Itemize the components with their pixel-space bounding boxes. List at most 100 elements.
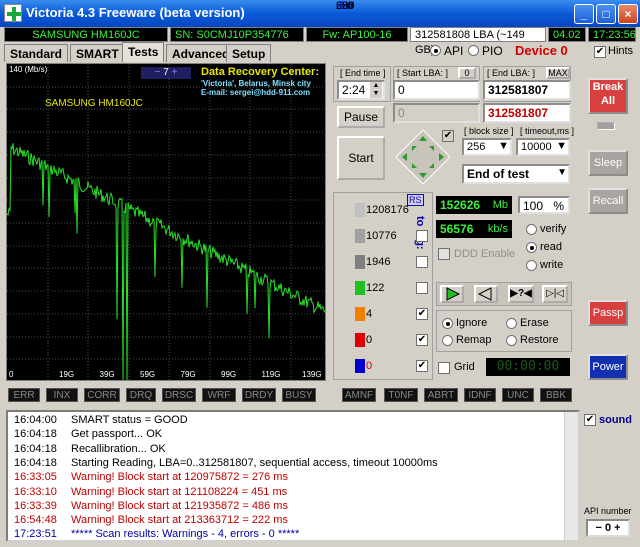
stat-count: 4 (366, 308, 373, 320)
stat-count: 1946 (366, 256, 391, 268)
close-button[interactable]: × (618, 4, 638, 24)
start-lba-zero-button[interactable]: 0 (458, 67, 476, 79)
speed-mb-display: 152626 Mb (436, 196, 512, 214)
drive-serial: SN: S0CMJ10P354776 (170, 27, 304, 42)
log-time: 16:04:18 (14, 442, 57, 455)
end-lba-max-button[interactable]: MAX (546, 67, 570, 79)
write-radio[interactable] (526, 260, 537, 271)
tab-standard[interactable]: Standard (4, 44, 69, 62)
rs-button[interactable]: RS (407, 194, 424, 206)
speed-graph: 140 (Mb/s) 0 − 7 + SAMSUNG HM160JC Data … (6, 63, 326, 381)
page-next-icon[interactable]: + (172, 67, 178, 78)
stat-log-checkbox[interactable]: ✔ (416, 334, 428, 346)
error-indicator: DRDY (242, 388, 276, 402)
pad-checkbox[interactable]: ✔ (442, 130, 454, 142)
timeout-value: 10000 (521, 141, 552, 153)
pio-radio[interactable] (468, 45, 479, 56)
timer-display: 00:00:00 (486, 358, 570, 376)
api-number-decrement[interactable]: − (595, 522, 601, 534)
verify-radio[interactable] (526, 224, 537, 235)
stat-log-checkbox[interactable] (416, 256, 428, 268)
log-scrollbar[interactable] (564, 412, 578, 540)
log-entry: 16:04:18 Starting Reading, LBA=0..3125818… (14, 457, 438, 469)
random-button[interactable]: ▶?◀ (508, 285, 534, 303)
power-button[interactable]: Power (588, 354, 628, 380)
break-all-button[interactable]: Break All (588, 78, 628, 114)
tab-setup[interactable]: Setup (226, 44, 272, 62)
restore-radio[interactable] (506, 335, 517, 346)
speed-kbs-unit: kb/s (487, 223, 508, 235)
stat-log-checkbox[interactable] (416, 282, 428, 294)
read-radio[interactable] (526, 242, 537, 253)
butterfly-button[interactable]: ▷|◁ (542, 285, 568, 303)
page-prev-icon[interactable]: − (155, 67, 161, 78)
stat-log-checkbox[interactable]: ✔ (416, 360, 428, 372)
erase-radio[interactable] (506, 318, 517, 329)
end-time-spinner[interactable]: ▲ ▼ (370, 82, 382, 98)
grid-label: Grid (454, 361, 475, 373)
timeout-select[interactable]: 10000 ▼ (516, 138, 570, 156)
stat-log-checkbox[interactable] (416, 230, 428, 242)
x-axis-label: 19G (59, 370, 75, 379)
progress-display: 100 % (518, 196, 570, 214)
remap-label: Remap (456, 334, 492, 346)
error-indicator: WRF (202, 388, 236, 402)
hints-checkbox[interactable]: ✔ (594, 46, 606, 58)
window-title: Victoria 4.3 Freeware (beta version) (26, 5, 245, 20)
erase-label: Erase (520, 317, 549, 329)
end-action-select[interactable]: End of test ▼ (462, 164, 570, 184)
stat-count: 10776 (366, 230, 397, 242)
end-time-label: [ End time ] (340, 68, 386, 78)
recall-button[interactable]: Recall (588, 188, 628, 214)
error-indicator: DRSC (162, 388, 196, 402)
end-lba-field[interactable]: 312581807 (483, 80, 571, 100)
recovery-center-line1: 'Victoria', Belarus, Minsk city (201, 79, 311, 88)
butterfly-icon: ▷|◁ (546, 288, 564, 299)
start-button[interactable]: Start (337, 136, 385, 180)
error-indicator: ABRT (424, 388, 458, 402)
log-panel[interactable]: 16:04:00 SMART status = GOOD 16:04:18 Get p… (6, 410, 580, 542)
stat-count: 1208176 (366, 204, 409, 216)
x-axis-label: 39G (99, 370, 115, 379)
stat-count: 0 (366, 360, 373, 372)
block-size-select[interactable]: 256 ▼ (462, 138, 512, 156)
error-indicator: CORR (84, 388, 120, 402)
log-time: 16:04:00 (14, 414, 57, 426)
chevron-down-icon: ▼ (557, 167, 567, 178)
play-forward-button[interactable] (440, 285, 464, 303)
passp-button[interactable]: Passp (588, 300, 628, 326)
start-lba-field[interactable]: 0 (393, 80, 480, 100)
tab-tests[interactable]: Tests (122, 42, 165, 62)
stat-log-checkbox[interactable]: ✔ (416, 308, 428, 320)
stat-color-swatch (355, 359, 365, 373)
grid-checkbox[interactable] (438, 362, 450, 374)
start-lba-disabled-field: 0 (393, 103, 480, 123)
play-icon (446, 287, 461, 301)
y-min-label: 0 (9, 370, 14, 379)
page-selector[interactable]: − 7 + (141, 67, 191, 79)
api-number-increment[interactable]: + (614, 522, 620, 534)
log-entry: 16:04:18 Recallibration... OK (14, 443, 166, 455)
log-entry: 17:23:51 ***** Scan results: Warnings - 4… (14, 528, 299, 540)
play-backward-button[interactable] (474, 285, 498, 303)
timeout-label: [ timeout,ms ] (520, 126, 575, 136)
remap-radio[interactable] (442, 335, 453, 346)
maximize-button[interactable]: □ (596, 4, 616, 24)
error-indicator: UNC (502, 388, 534, 402)
speed-mb-unit: Mb (492, 199, 508, 211)
ignore-radio[interactable] (442, 318, 453, 329)
x-axis-label: 59G (140, 370, 156, 379)
victoria-app-icon (4, 4, 22, 22)
api-number-field[interactable]: − 0 + (586, 519, 630, 537)
log-text: Recallibration... OK (71, 442, 166, 455)
speed-kbs-display: 56576 kb/s (436, 220, 512, 238)
pause-button[interactable]: Pause (337, 106, 385, 128)
api-radio[interactable] (430, 45, 441, 56)
tab-advanced[interactable]: Advanced (166, 44, 236, 62)
time-display: 17:23:56 (588, 27, 636, 42)
tab-smart[interactable]: SMART (70, 44, 125, 62)
minimize-button[interactable]: _ (574, 4, 594, 24)
sound-checkbox[interactable]: ✔ (584, 414, 596, 426)
log-text: Warning! Block start at 121935872 = 486 … (71, 499, 288, 512)
sleep-button[interactable]: Sleep (588, 150, 628, 176)
